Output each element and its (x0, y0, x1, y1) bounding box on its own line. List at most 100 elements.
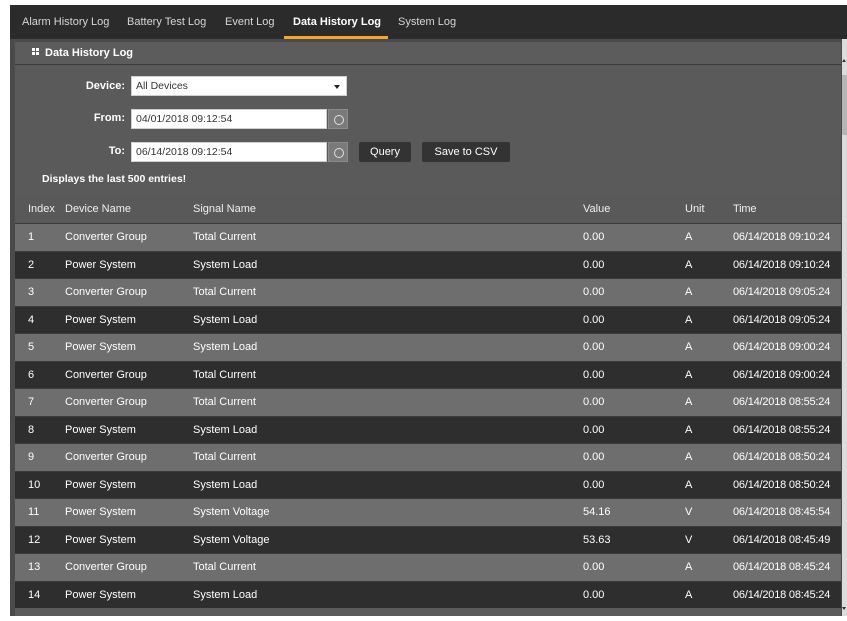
to-label: To: (108, 145, 125, 157)
data-history-table: Index Device Name Signal Name Value Unit… (15, 195, 841, 616)
header-unit[interactable]: Unit (685, 195, 705, 223)
cell-time: 06/14/2018 09:00:24 (733, 368, 831, 381)
table-row[interactable]: 5 Power System System Load 0.00 A 06/14/2018 … (15, 333, 841, 361)
header-index[interactable]: Index (28, 195, 55, 223)
cell-unit: A (685, 478, 693, 491)
table-row[interactable]: 4 Power System System Load 0.00 A 06/14/2018 … (15, 305, 841, 333)
header-time[interactable]: Time (733, 195, 756, 223)
cell-unit: A (685, 258, 693, 271)
cell-index: 9 (28, 451, 35, 463)
table-row[interactable]: 11 Power System System Voltage 54.16 V 06/14/… (15, 498, 841, 526)
cell-device-name: Power System (65, 533, 136, 546)
log-window: Alarm History Log Battery Test Log Event… (10, 5, 847, 616)
cell-signal-name: Total Current (193, 231, 256, 243)
cell-device-name: Converter Group (65, 561, 147, 573)
cell-time: 06/14/2018 09:00:24 (733, 341, 831, 353)
cell-device-name: Power System (65, 478, 136, 491)
tab-alarm-history-log[interactable]: Alarm History Log (22, 5, 109, 39)
from-datepicker-button[interactable] (328, 109, 348, 129)
tab-bar: Alarm History Log Battery Test Log Event… (10, 5, 847, 39)
cell-value: 0.00 (583, 286, 605, 298)
cell-index: 8 (28, 423, 35, 436)
cell-value: 0.00 (583, 258, 605, 271)
cell-index: 7 (28, 396, 35, 408)
cell-time: 06/14/2018 08:45:24 (733, 561, 831, 573)
vertical-scrollbar[interactable] (842, 39, 847, 616)
cell-index: 12 (28, 533, 41, 546)
cell-time: 06/14/2018 09:10:24 (733, 258, 831, 271)
cell-index: 6 (28, 368, 35, 381)
cell-value: 0.00 (583, 478, 605, 491)
table-row[interactable]: 1 Converter Group Total Current 0.00 A 06/14/… (15, 223, 841, 251)
header-device-name[interactable]: Device Name (65, 195, 131, 223)
entries-notice: Displays the last 500 entries! (42, 173, 187, 185)
cell-device-name: Power System (65, 423, 136, 436)
cell-signal-name: System Load (193, 478, 258, 491)
table-row[interactable]: 6 Converter Group Total Current 0.00 A 06/14/… (15, 360, 841, 388)
cell-index: 1 (28, 231, 35, 243)
table-row[interactable]: 8 Power System System Load 0.00 A 06/14/2018 … (15, 415, 841, 443)
to-date-input[interactable]: 06/14/2018 09:12:54 (131, 142, 327, 162)
tab-data-history-log[interactable]: Data History Log (293, 5, 381, 39)
cell-index: 10 (28, 478, 41, 491)
table-row[interactable]: 9 Converter Group Total Current 0.00 A 06/14/… (15, 443, 841, 471)
header-value[interactable]: Value (583, 195, 610, 223)
cell-signal-name: System Voltage (193, 533, 270, 546)
cell-device-name: Converter Group (65, 231, 147, 243)
cell-unit: A (685, 396, 693, 408)
clock-icon (334, 115, 344, 125)
from-label: From: (93, 112, 125, 124)
cell-value: 0.00 (583, 588, 605, 601)
cell-index: 2 (28, 258, 35, 271)
cell-time: 06/14/2018 08:50:24 (733, 478, 831, 491)
cell-signal-name: System Voltage (193, 506, 270, 518)
cell-time: 06/14/2018 08:55:24 (733, 396, 831, 408)
cell-device-name: Power System (65, 341, 136, 353)
cell-unit: V (685, 533, 693, 546)
table-row[interactable]: 12 Power System System Voltage 53.63 V 06/14/… (15, 525, 841, 553)
table-row[interactable]: 2 Power System System Load 0.00 A 06/14/2018 … (15, 250, 841, 278)
cell-index: 5 (28, 341, 35, 353)
table-row[interactable]: 3 Converter Group Total Current 0.00 A 06/14/… (15, 278, 841, 306)
cell-unit: A (685, 588, 693, 601)
cell-device-name: Converter Group (65, 368, 147, 381)
from-date-input[interactable]: 04/01/2018 09:12:54 (131, 109, 327, 129)
save-to-csv-button[interactable]: Save to CSV (422, 142, 510, 162)
table-row[interactable]: 14 Power System System Load 0.00 A 06/14/2018… (15, 580, 841, 608)
header-signal-name[interactable]: Signal Name (193, 195, 256, 223)
cell-index: 14 (28, 588, 41, 601)
cell-index: 3 (28, 286, 35, 298)
scroll-up-arrow-icon[interactable] (842, 59, 846, 62)
tab-battery-test-log[interactable]: Battery Test Log (127, 5, 206, 39)
cell-time: 06/14/2018 08:45:54 (733, 506, 831, 518)
tab-event-log[interactable]: Event Log (225, 5, 275, 39)
table-header: Index Device Name Signal Name Value Unit… (15, 195, 841, 223)
chevron-down-icon (334, 85, 340, 89)
query-button[interactable]: Query (359, 142, 411, 162)
cell-value: 0.00 (583, 561, 605, 573)
panel-header: Data History Log (15, 42, 841, 65)
cell-unit: A (685, 423, 693, 436)
table-row[interactable]: 7 Converter Group Total Current 0.00 A 06/14/… (15, 388, 841, 416)
cell-value: 0.00 (583, 396, 605, 408)
table-row[interactable]: 10 Power System System Load 0.00 A 06/14/2018… (15, 470, 841, 498)
cell-signal-name: Total Current (193, 561, 256, 573)
tab-system-log[interactable]: System Log (398, 5, 456, 39)
cell-signal-name: System Load (193, 341, 258, 353)
cell-signal-name: System Load (193, 313, 258, 326)
cell-device-name: Converter Group (65, 451, 147, 463)
cell-value: 0.00 (583, 423, 605, 436)
table-row[interactable]: 13 Converter Group Total Current 0.00 A 06/14… (15, 553, 841, 581)
cell-device-name: Converter Group (65, 396, 147, 408)
scrollbar-thumb[interactable] (842, 75, 847, 135)
table-body: 1 Converter Group Total Current 0.00 A 06/14/… (15, 223, 841, 608)
cell-signal-name: System Load (193, 423, 258, 436)
cell-device-name: Power System (65, 313, 136, 326)
to-datepicker-button[interactable] (328, 142, 348, 162)
cell-signal-name: System Load (193, 258, 258, 271)
device-select[interactable]: All Devices (131, 76, 347, 96)
cell-value: 0.00 (583, 231, 605, 243)
cell-time: 06/14/2018 08:45:49 (733, 533, 831, 546)
scroll-down-arrow-icon[interactable] (842, 607, 846, 610)
device-label: Device: (85, 80, 125, 92)
